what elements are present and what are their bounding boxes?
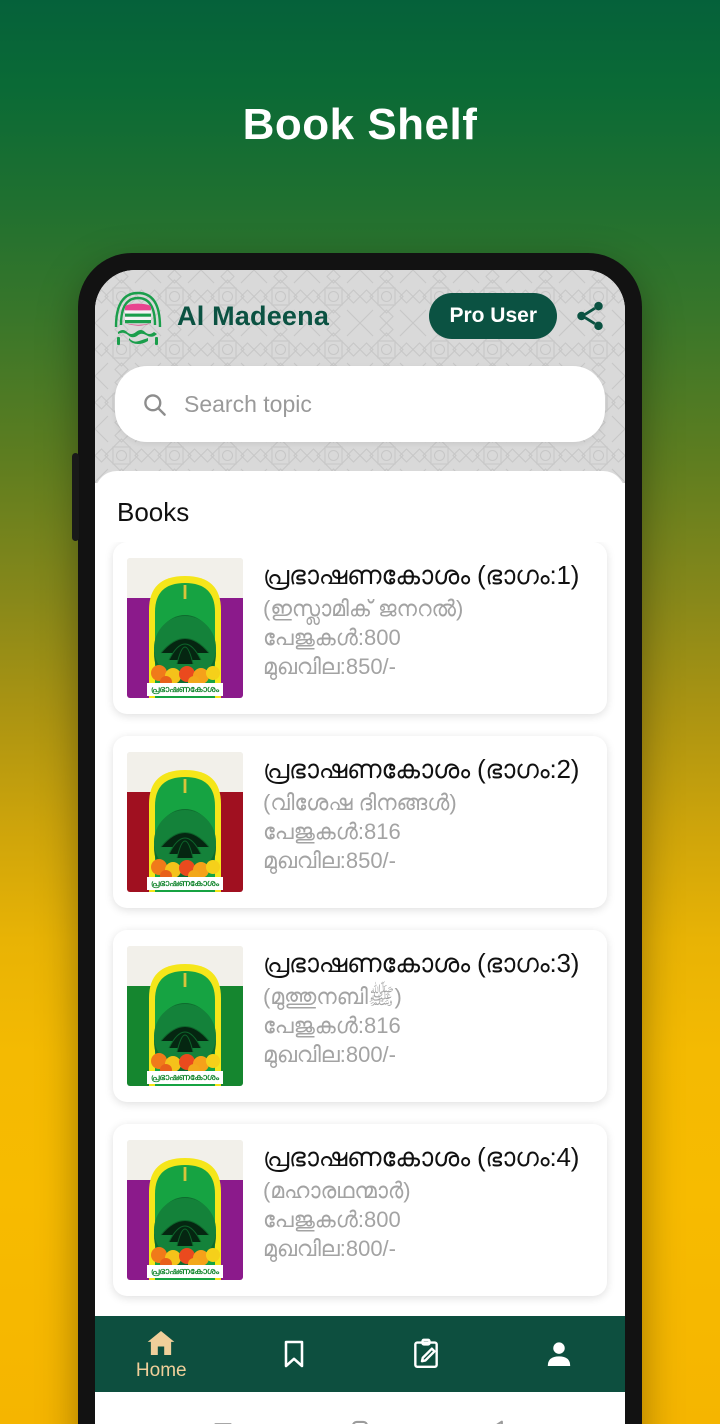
recents-menu-icon[interactable] bbox=[210, 1416, 236, 1424]
list-item[interactable]: പ്രഭാഷണകോശം പ്രഭാഷണകോശം (ഭാഗം:4) (മഹാരഥന… bbox=[113, 1124, 607, 1296]
nav-label-home: Home bbox=[135, 1359, 187, 1381]
al-madeena-logo bbox=[114, 291, 162, 345]
book-category: (മഹാരഥന്മാർ) bbox=[263, 1177, 411, 1203]
search-bar[interactable] bbox=[115, 366, 605, 442]
nav-item-notes[interactable] bbox=[360, 1316, 493, 1392]
pro-user-button[interactable]: Pro User bbox=[429, 293, 557, 339]
person-icon bbox=[547, 1342, 570, 1366]
book-title: പ്രഭാഷണകോശം (ഭാഗം:1) bbox=[263, 560, 580, 590]
content-panel: Books പ്രഭാഷണകോശം പ്രഭാഷണകോശം (ഭാഗം:1) (… bbox=[95, 471, 625, 1424]
header-row: Al Madeena Pro User bbox=[95, 270, 625, 362]
svg-text:പ്രഭാഷണകോശം: പ്രഭാഷണകോശം bbox=[151, 878, 219, 889]
nav-item-profile[interactable] bbox=[493, 1316, 626, 1392]
list-item[interactable]: പ്രഭാഷണകോശം പ്രഭാഷണകോശം (ഭാഗം:2) (വിശേഷ … bbox=[113, 736, 607, 908]
book-info: പ്രഭാഷണകോശം (ഭാഗം:2) (വിശേഷ ദിനങ്ങൾ) പേജ… bbox=[263, 752, 593, 892]
android-system-nav bbox=[95, 1392, 625, 1424]
home-square-icon[interactable] bbox=[347, 1416, 373, 1424]
book-title: പ്രഭാഷണകോശം (ഭാഗം:4) bbox=[263, 1142, 580, 1172]
nav-item-bookmark[interactable] bbox=[228, 1316, 361, 1392]
book-list[interactable]: പ്രഭാഷണകോശം പ്രഭാഷണകോശം (ഭാഗം:1) (ഇസ്ലാമ… bbox=[95, 542, 625, 1424]
bottom-navigation-bar: Home bbox=[95, 1316, 625, 1392]
svg-text:പ്രഭാഷണകോശം: പ്രഭാഷണകോശം bbox=[151, 1266, 219, 1277]
phone-mockup: Al Madeena Pro User Books bbox=[72, 253, 642, 1424]
clipboard-edit-icon bbox=[414, 1338, 439, 1369]
book-price: മുഖവില:800/- bbox=[263, 1041, 396, 1067]
back-triangle-icon[interactable] bbox=[484, 1416, 510, 1424]
book-cover-image: പ്രഭാഷണകോശം bbox=[127, 752, 243, 892]
book-info: പ്രഭാഷണകോശം (ഭാഗം:4) (മഹാരഥന്മാർ) പേജുകൾ… bbox=[263, 1140, 593, 1280]
book-category: (മുത്തുനബിﷺ) bbox=[263, 983, 402, 1009]
list-item[interactable]: പ്രഭാഷണകോശം പ്രഭാഷണകോശം (ഭാഗം:1) (ഇസ്ലാമ… bbox=[113, 542, 607, 714]
book-category: (വിശേഷ ദിനങ്ങൾ) bbox=[263, 789, 457, 815]
search-icon bbox=[144, 393, 166, 416]
list-item[interactable]: പ്രഭാഷണകോശം പ്രഭാഷണകോശം (ഭാഗം:3) (മുത്തു… bbox=[113, 930, 607, 1102]
poster-title: Book Shelf bbox=[0, 0, 720, 250]
book-title: പ്രഭാഷണകോശം (ഭാഗം:2) bbox=[263, 754, 580, 784]
bookmark-icon bbox=[284, 1340, 304, 1368]
search-wrapper bbox=[95, 366, 625, 442]
book-pages: പേജുകൾ:800 bbox=[263, 624, 401, 650]
nav-item-home[interactable]: Home bbox=[95, 1316, 228, 1392]
book-price: മുഖവില:800/- bbox=[263, 1235, 396, 1261]
book-pages: പേജുകൾ:816 bbox=[263, 818, 401, 844]
book-price: മുഖവില:850/- bbox=[263, 653, 396, 679]
book-price: മുഖവില:850/- bbox=[263, 847, 396, 873]
share-icon[interactable] bbox=[573, 299, 607, 333]
app-header: Al Madeena Pro User bbox=[95, 270, 625, 483]
book-cover-image: പ്രഭാഷണകോശം bbox=[127, 1140, 243, 1280]
svg-text:പ്രഭാഷണകോശം: പ്രഭാഷണകോശം bbox=[151, 1072, 219, 1083]
svg-text:പ്രഭാഷണകോശം: പ്രഭാഷണകോശം bbox=[151, 684, 219, 695]
search-input[interactable] bbox=[184, 390, 579, 418]
book-cover-image: പ്രഭാഷണകോശം bbox=[127, 946, 243, 1086]
book-pages: പേജുകൾ:816 bbox=[263, 1012, 401, 1038]
brand-name: Al Madeena bbox=[177, 300, 330, 331]
volume-button bbox=[72, 453, 79, 541]
page-title: Book Shelf bbox=[242, 100, 478, 149]
book-cover-image: പ്രഭാഷണകോശം bbox=[127, 558, 243, 698]
book-info: പ്രഭാഷണകോശം (ഭാഗം:1) (ഇസ്ലാമിക് ജനറൽ) പേ… bbox=[263, 558, 593, 698]
section-title-books: Books bbox=[117, 497, 190, 527]
phone-screen: Al Madeena Pro User Books bbox=[95, 270, 625, 1424]
book-title: പ്രഭാഷണകോശം (ഭാഗം:3) bbox=[263, 948, 580, 978]
book-pages: പേജുകൾ:800 bbox=[263, 1206, 401, 1232]
home-icon bbox=[147, 1330, 175, 1355]
book-category: (ഇസ്ലാമിക് ജനറൽ) bbox=[263, 595, 464, 621]
book-info: പ്രഭാഷണകോശം (ഭാഗം:3) (മുത്തുനബിﷺ) പേജുകൾ… bbox=[263, 946, 593, 1086]
